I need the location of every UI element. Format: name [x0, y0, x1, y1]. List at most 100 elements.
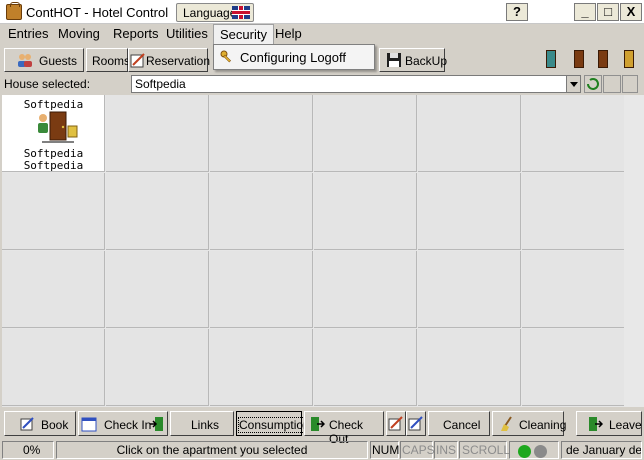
caps-lock-indicator: CAPS [400, 441, 435, 459]
apartment-cell-empty[interactable] [314, 251, 417, 328]
title-bar: ContHOT - Hotel Control Language ? _ □ X [0, 0, 644, 24]
leave-button[interactable]: Leave [576, 411, 642, 436]
edit-button[interactable] [386, 411, 406, 436]
calendar-pencil-icon [130, 53, 145, 68]
menu-item-configuring-logoff[interactable]: Configuring Logoff [240, 50, 346, 65]
rooms-label: Rooms [92, 54, 131, 68]
door-leave-icon [589, 417, 603, 431]
check-in-button[interactable]: Check In [78, 411, 168, 436]
apartment-cell-empty[interactable] [106, 251, 209, 328]
apartment-cell-empty[interactable] [522, 173, 625, 250]
grid-scroll-area[interactable] [624, 95, 644, 407]
reservation-button[interactable]: Reservation [128, 48, 211, 72]
minimize-button[interactable]: _ [574, 3, 596, 21]
floppy-disk-icon [387, 53, 401, 67]
uk-flag-icon [232, 6, 250, 19]
broom-icon [501, 416, 512, 431]
backup-label: BackUp [405, 54, 448, 68]
room-door-icon[interactable] [574, 50, 584, 68]
menu-help[interactable]: Help [275, 26, 302, 41]
apartment-cell-empty[interactable] [210, 251, 313, 328]
apartment-cell[interactable]: Softpedia Softpedia Softpedia [2, 95, 105, 172]
apartment-cell-empty[interactable] [106, 329, 209, 406]
menu-reports[interactable]: Reports [113, 26, 159, 41]
book-label: Book [41, 418, 69, 432]
progress-percent: 0% [2, 441, 54, 459]
guests-button[interactable]: Guests [4, 48, 84, 72]
door-leave-icon[interactable] [624, 50, 634, 68]
apartment-name: Softpedia [23, 98, 84, 111]
refresh-icon [587, 78, 599, 90]
cleaning-label: Cleaning [519, 418, 567, 432]
close-button[interactable]: X [620, 3, 642, 21]
people-icon [18, 54, 32, 67]
apartment-cell-empty[interactable] [314, 329, 417, 406]
open-door-icon[interactable] [598, 50, 608, 68]
apartment-cell-empty[interactable] [2, 251, 105, 328]
key-icon [220, 50, 232, 63]
note-pencil-icon [408, 416, 423, 431]
apartment-cell-empty[interactable] [106, 95, 209, 172]
security-dropdown: Configuring Logoff [213, 44, 375, 70]
links-label: Links [191, 418, 220, 432]
status-lights [509, 441, 559, 459]
consumption-label: Consumption [238, 417, 311, 433]
apartment-cell-empty[interactable] [522, 95, 625, 172]
language-button[interactable]: Language [176, 3, 254, 22]
extra-button[interactable] [622, 75, 638, 93]
refresh-button[interactable] [584, 75, 602, 93]
apartment-cell-empty[interactable] [106, 173, 209, 250]
apartment-cell-empty[interactable] [210, 173, 313, 250]
apartment-cell-empty[interactable] [210, 329, 313, 406]
edit-pencil-icon [388, 416, 403, 431]
rooms-button[interactable]: Rooms [86, 48, 131, 72]
apartment-guest-2: Softpedia [23, 159, 84, 171]
leave-label: Leave [609, 418, 642, 432]
chevron-down-icon[interactable] [566, 76, 580, 92]
menu-utilities[interactable]: Utilities [166, 26, 208, 41]
backup-button[interactable]: BackUp [379, 48, 448, 72]
apartment-cell-empty[interactable] [314, 95, 417, 172]
menu-moving[interactable]: Moving [58, 26, 100, 41]
action-bar: Book Check In Links Consumption Check Ou… [0, 408, 644, 446]
apartment-cell-empty[interactable] [314, 173, 417, 250]
green-led-icon [518, 445, 531, 458]
apartment-cell-empty[interactable] [418, 173, 521, 250]
scroll-lock-indicator: SCROLL [459, 441, 510, 459]
apartment-cell-empty[interactable] [418, 329, 521, 406]
status-bar: 0% Click on the apartment you selected N… [0, 439, 644, 460]
house-select[interactable]: Softpedia [131, 75, 581, 93]
reservation-label: Reservation [146, 54, 211, 68]
help-button[interactable]: ? [506, 3, 528, 21]
plan-button[interactable] [603, 75, 621, 93]
cleaning-button[interactable]: Cleaning [492, 411, 567, 436]
book-button[interactable]: Book [4, 411, 76, 436]
menu-bar: Entries Moving Reports Utilities Securit… [0, 24, 644, 44]
apartment-cell-empty[interactable] [2, 329, 105, 406]
cancel-label: Cancel [443, 418, 481, 432]
apartment-cell-empty[interactable] [522, 251, 625, 328]
gray-led-icon [534, 445, 547, 458]
apartment-cell-empty[interactable] [2, 173, 105, 250]
apartment-grid: Softpedia Softpedia Softpedia [2, 95, 625, 407]
apartment-cell-empty[interactable] [522, 329, 625, 406]
maximize-button[interactable]: □ [597, 3, 619, 21]
num-lock-indicator: NUM [370, 441, 400, 459]
quick-door-buttons [540, 48, 640, 72]
exit-door-icon [311, 417, 325, 431]
check-out-button[interactable]: Check Out [304, 411, 384, 446]
note-button[interactable] [406, 411, 426, 436]
language-label: Language [183, 6, 237, 20]
menu-entries[interactable]: Entries [8, 26, 48, 41]
apartment-cell-empty[interactable] [418, 95, 521, 172]
occupied-room-icon [38, 111, 78, 143]
house-selected-label: House selected: [4, 77, 91, 91]
menu-security[interactable]: Security [213, 24, 274, 44]
status-message: Click on the apartment you selected [56, 441, 368, 459]
links-button[interactable]: Links [170, 411, 234, 436]
cancel-button[interactable]: Cancel [428, 411, 490, 436]
consumption-button[interactable]: Consumption [236, 411, 311, 436]
apartment-cell-empty[interactable] [418, 251, 521, 328]
apartment-cell-empty[interactable] [210, 95, 313, 172]
exit-door-icon[interactable] [546, 50, 556, 68]
